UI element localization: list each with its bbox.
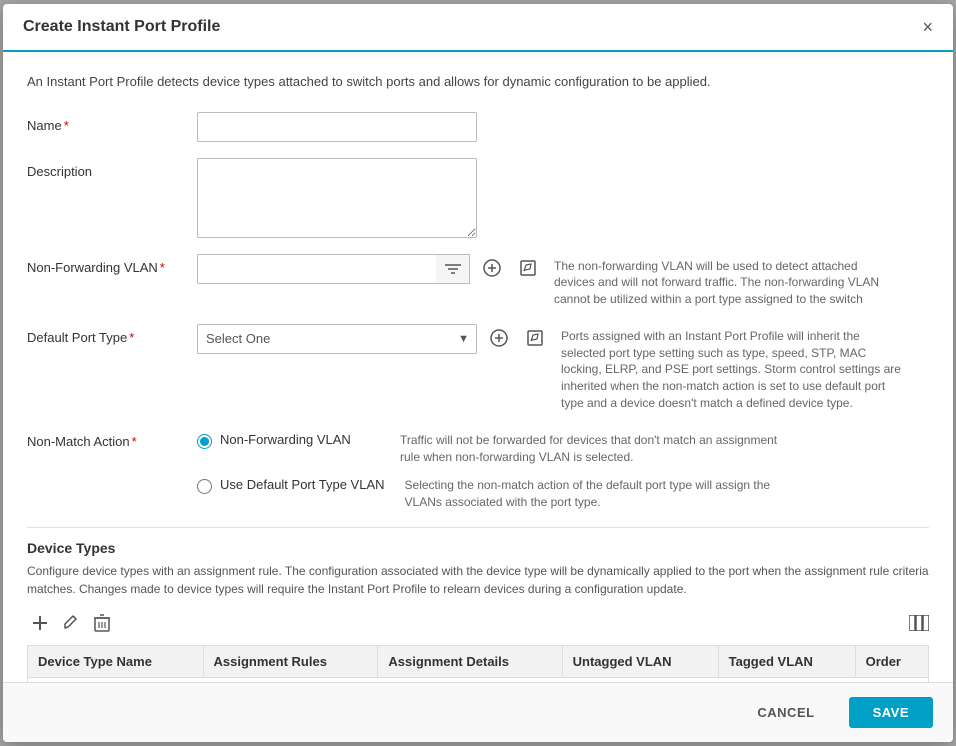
vlan-control-area: The non-forwarding VLAN will be used to … — [197, 254, 929, 308]
modal-footer: CANCEL SAVE — [3, 682, 953, 742]
col-tagged-vlan: Tagged VLAN — [718, 646, 855, 678]
col-order: Order — [855, 646, 928, 678]
non-match-control-area: Non-Forwarding VLAN Traffic will not be … — [197, 428, 929, 511]
port-type-row: Default Port Type* Select One ▼ — [27, 324, 929, 412]
intro-text: An Instant Port Profile detects device t… — [27, 72, 929, 92]
vlan-edit-button[interactable] — [514, 254, 542, 282]
name-row: Name* — [27, 112, 929, 142]
port-type-edit-button[interactable] — [521, 324, 549, 352]
col-device-type-name: Device Type Name — [28, 646, 204, 678]
port-type-control-area: Select One ▼ — [197, 324, 929, 412]
radio-non-forwarding-label: Non-Forwarding VLAN — [220, 432, 380, 447]
radio-non-forwarding-hint: Traffic will not be forwarded for device… — [400, 432, 780, 466]
modal-title: Create Instant Port Profile — [23, 18, 220, 36]
edit-device-type-button[interactable] — [59, 611, 84, 641]
radio-default-port-type[interactable] — [197, 479, 212, 494]
col-assignment-rules: Assignment Rules — [203, 646, 378, 678]
vlan-row: Non-Forwarding VLAN* — [27, 254, 929, 308]
device-types-section: Device Types Configure device types with… — [27, 540, 929, 682]
vlan-input-wrap — [197, 254, 470, 284]
radio-default-port-type-label: Use Default Port Type VLAN — [220, 477, 385, 492]
columns-icon[interactable] — [909, 615, 929, 636]
device-types-table: Device Type Name Assignment Rules Assign… — [27, 645, 929, 682]
port-type-hint: Ports assigned with an Instant Port Prof… — [561, 324, 901, 412]
vlan-input[interactable] — [197, 254, 437, 284]
modal-header: Create Instant Port Profile × — [3, 4, 953, 52]
table-header-row: Device Type Name Assignment Rules Assign… — [28, 646, 929, 678]
non-match-label: Non-Match Action* — [27, 428, 197, 449]
device-types-desc: Configure device types with an assignmen… — [27, 562, 929, 598]
non-match-row: Non-Match Action* Non-Forwarding VLAN Tr… — [27, 428, 929, 511]
device-types-title: Device Types — [27, 540, 929, 556]
close-button[interactable]: × — [922, 18, 933, 36]
description-textarea[interactable] — [197, 158, 477, 238]
modal-body: An Instant Port Profile detects device t… — [3, 52, 953, 682]
port-type-select[interactable]: Select One — [197, 324, 477, 354]
table-toolbar — [27, 610, 929, 641]
name-input[interactable] — [197, 112, 477, 142]
col-untagged-vlan: Untagged VLAN — [562, 646, 718, 678]
name-control-area — [197, 112, 929, 142]
port-type-label: Default Port Type* — [27, 324, 197, 345]
vlan-hint: The non-forwarding VLAN will be used to … — [554, 254, 894, 308]
port-type-select-wrap: Select One ▼ — [197, 324, 477, 354]
toolbar-left — [27, 610, 114, 641]
radio-default-port-type-hint: Selecting the non-match action of the de… — [405, 477, 785, 511]
radio-group: Non-Forwarding VLAN Traffic will not be … — [197, 428, 785, 511]
delete-device-type-button[interactable] — [90, 610, 114, 641]
radio-row-vlan: Non-Forwarding VLAN Traffic will not be … — [197, 432, 785, 466]
add-device-type-button[interactable] — [27, 610, 53, 641]
save-button[interactable]: SAVE — [849, 697, 933, 728]
col-assignment-details: Assignment Details — [378, 646, 562, 678]
radio-non-forwarding[interactable] — [197, 434, 212, 449]
vlan-add-button[interactable] — [478, 254, 506, 282]
vlan-label: Non-Forwarding VLAN* — [27, 254, 197, 275]
name-label: Name* — [27, 112, 197, 133]
radio-row-default-port: Use Default Port Type VLAN Selecting the… — [197, 477, 785, 511]
port-type-add-button[interactable] — [485, 324, 513, 352]
cancel-button[interactable]: CANCEL — [733, 697, 838, 728]
modal-dialog: Create Instant Port Profile × An Instant… — [3, 4, 953, 742]
modal-overlay: Create Instant Port Profile × An Instant… — [0, 0, 956, 746]
description-label: Description — [27, 158, 197, 179]
description-row: Description — [27, 158, 929, 238]
section-divider — [27, 527, 929, 528]
filter-icon — [436, 254, 470, 284]
description-control-area — [197, 158, 929, 238]
